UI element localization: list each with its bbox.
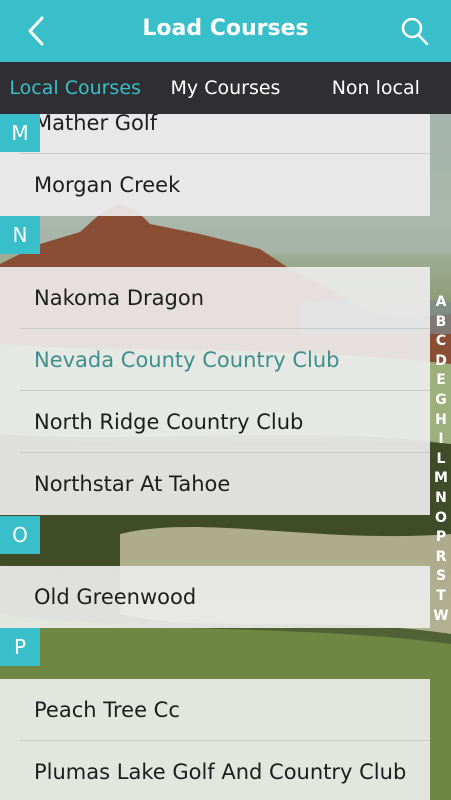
index-letter-m[interactable]: M: [434, 469, 448, 489]
index-letter-d[interactable]: D: [435, 352, 447, 372]
course-name: North Ridge Country Club: [34, 410, 304, 434]
list-item[interactable]: Morgan Creek: [0, 154, 430, 216]
app-header: Load Courses: [0, 0, 451, 62]
list-item[interactable]: Old Greenwood: [0, 566, 430, 628]
index-letter-s[interactable]: S: [436, 567, 446, 587]
tab-bar: Local Courses My Courses Non local: [0, 62, 451, 114]
index-letter-b[interactable]: B: [436, 313, 447, 333]
course-name: Nevada County Country Club: [34, 348, 340, 372]
index-letter-o[interactable]: O: [435, 509, 447, 529]
course-name: Mather Golf: [34, 114, 158, 135]
alphabet-index: ABCDEGHILMNOPRSTW: [431, 293, 451, 626]
index-letter-c[interactable]: C: [436, 332, 446, 352]
section-header-p: P: [0, 628, 40, 666]
list-item[interactable]: Nakoma Dragon: [0, 267, 430, 329]
search-icon: [401, 17, 429, 46]
index-letter-w[interactable]: W: [433, 607, 448, 627]
course-name: Plumas Lake Golf And Country Club: [34, 760, 407, 784]
course-list: Mather Golf Morgan Creek M N Nakoma Drag…: [0, 114, 430, 800]
course-name: Nakoma Dragon: [34, 286, 204, 310]
list-item[interactable]: Peach Tree Cc: [0, 679, 430, 741]
page-title: Load Courses: [142, 16, 309, 41]
section-header-m: M: [0, 114, 40, 152]
list-item[interactable]: Mather Golf: [0, 114, 430, 154]
section-header-n: N: [0, 216, 40, 254]
index-letter-p[interactable]: P: [436, 528, 446, 548]
search-button[interactable]: [399, 14, 431, 48]
course-name: Northstar At Tahoe: [34, 472, 231, 496]
section-header-o: O: [0, 516, 40, 554]
index-letter-l[interactable]: L: [437, 450, 446, 470]
tab-non-local[interactable]: Non local: [301, 62, 451, 114]
tab-my-courses[interactable]: My Courses: [150, 62, 300, 114]
course-name: Old Greenwood: [34, 585, 197, 609]
course-name: Morgan Creek: [34, 173, 181, 197]
tab-local-courses[interactable]: Local Courses: [0, 62, 150, 114]
index-letter-t[interactable]: T: [436, 587, 446, 607]
index-letter-n[interactable]: N: [435, 489, 447, 509]
course-name: Peach Tree Cc: [34, 698, 180, 722]
index-letter-i[interactable]: I: [438, 430, 443, 450]
index-letter-g[interactable]: G: [435, 391, 447, 411]
list-item[interactable]: North Ridge Country Club: [0, 391, 430, 453]
index-letter-a[interactable]: A: [436, 293, 447, 313]
index-letter-r[interactable]: R: [436, 548, 447, 568]
index-letter-e[interactable]: E: [436, 371, 446, 391]
list-item[interactable]: Northstar At Tahoe: [0, 453, 430, 515]
index-letter-h[interactable]: H: [435, 411, 447, 431]
list-item[interactable]: Plumas Lake Golf And Country Club: [0, 741, 430, 800]
list-item[interactable]: Nevada County Country Club: [0, 329, 430, 391]
